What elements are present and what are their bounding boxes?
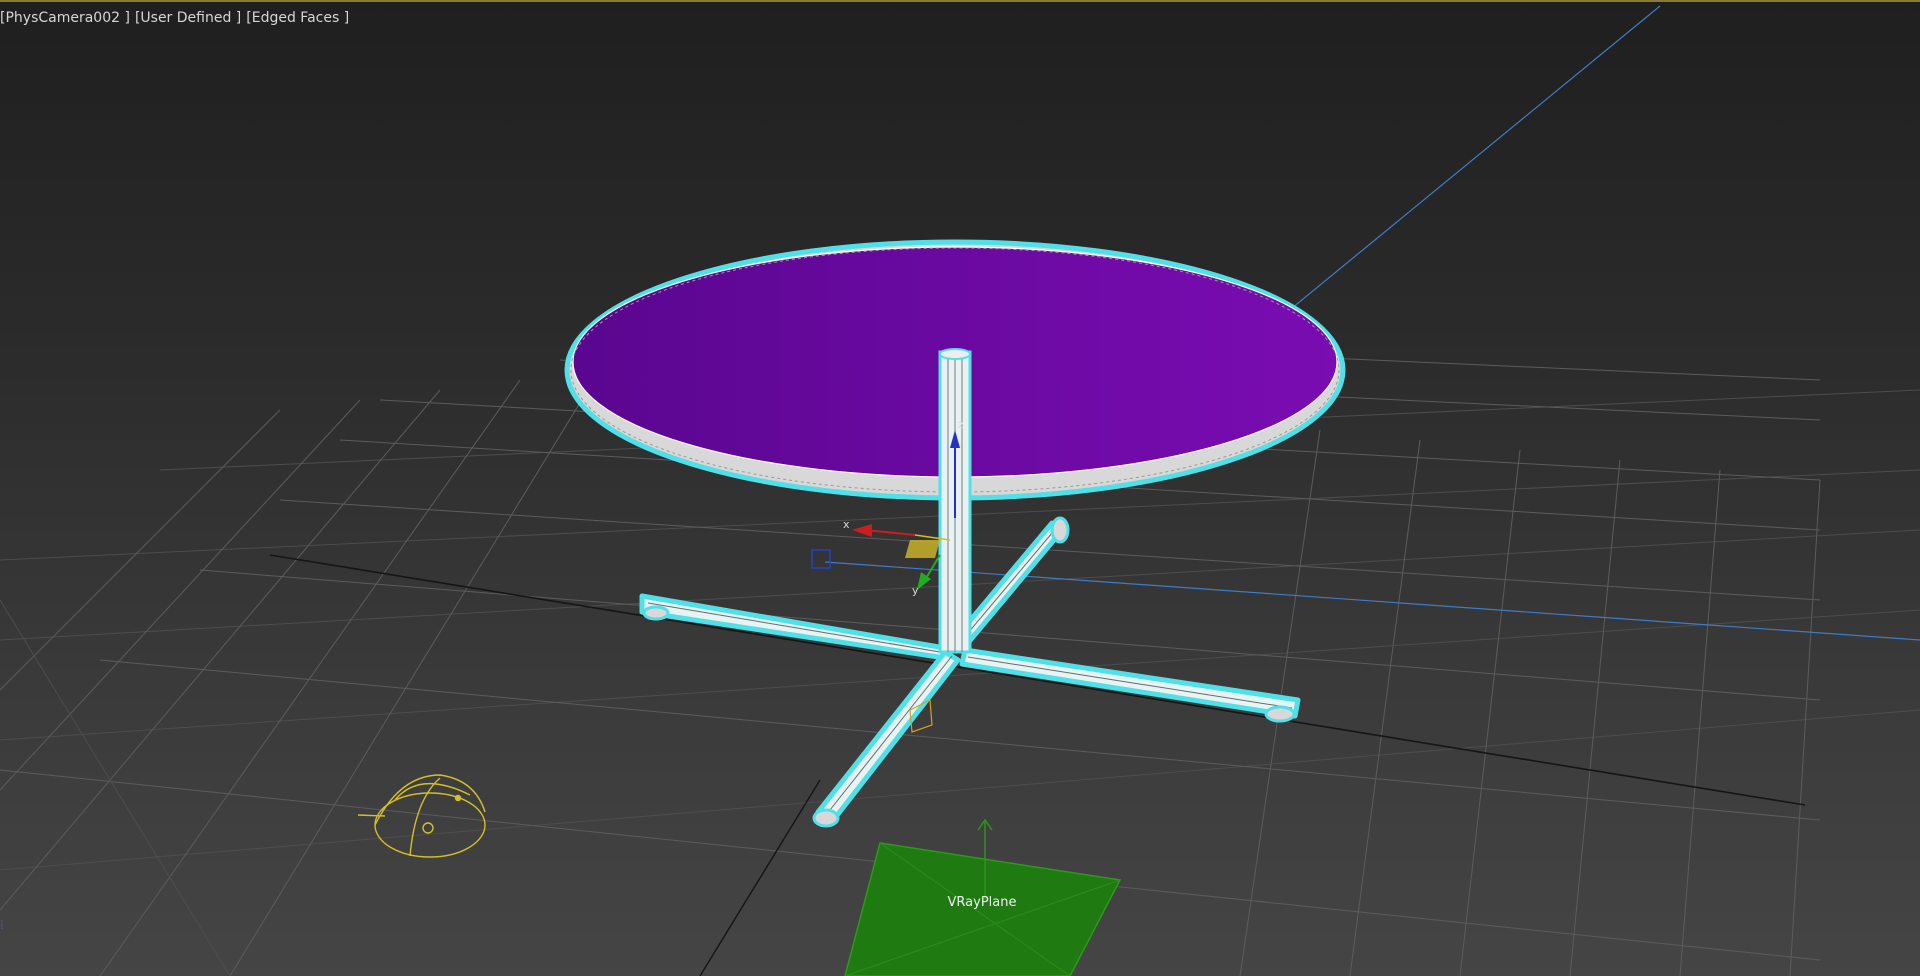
scene-canvas[interactable]: VRayPlane x y z: [0, 0, 1920, 976]
dome-light-helper[interactable]: [357, 774, 486, 858]
viewport-view-label[interactable]: [User Defined ]: [135, 10, 241, 30]
vray-plane[interactable]: VRayPlane: [844, 818, 1122, 976]
viewport-camera-label[interactable]: [PhysCamera002 ]: [0, 10, 130, 30]
viewport[interactable]: VRayPlane x y z [PhysCamera002] [User D…: [0, 0, 1920, 976]
world-axis-line-secondary: [699, 779, 821, 976]
viewcube-fragment-icon: ⁞: [0, 918, 4, 932]
gizmo-y-label: y: [912, 584, 919, 597]
active-viewport-border: [0, 0, 1920, 2]
gizmo-x-label: x: [843, 518, 850, 531]
viewport-label-menu: [PhysCamera002 ] [User Defined ] [Edged …: [0, 10, 349, 30]
vray-plane-label: VRayPlane: [948, 895, 1017, 910]
viewport-shading-label[interactable]: [Edged Faces ]: [246, 10, 349, 30]
gizmo-z-label: z: [958, 418, 964, 431]
